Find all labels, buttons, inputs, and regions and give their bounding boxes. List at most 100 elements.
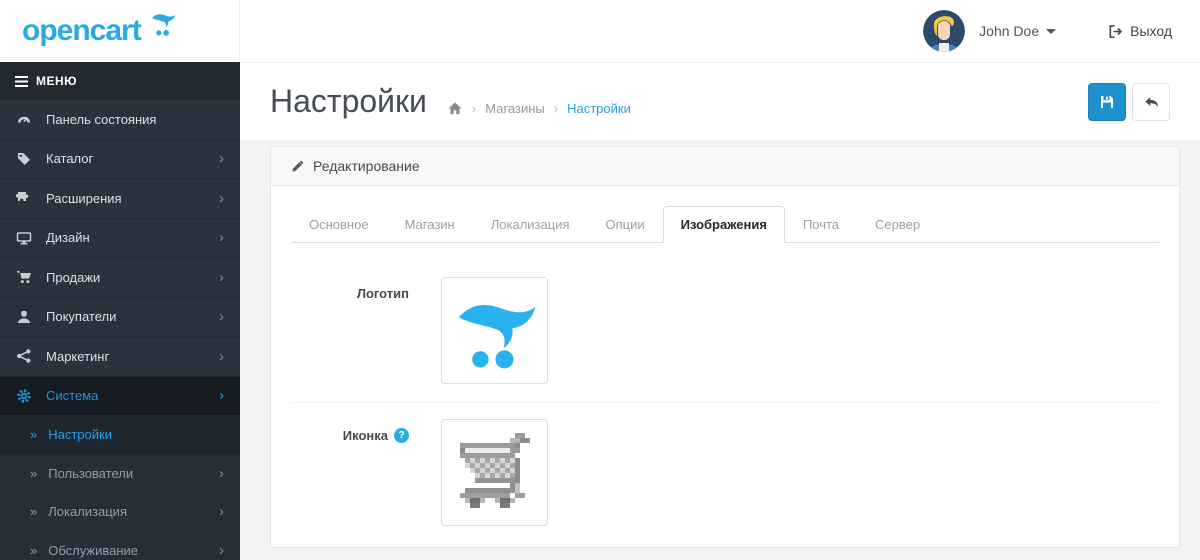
double-angle-icon: »	[30, 504, 38, 520]
save-icon	[1101, 95, 1113, 108]
panel-body: Основное Магазин Локализация Опции Изобр…	[271, 186, 1179, 547]
user-name-label: John Doe	[979, 23, 1040, 39]
top-header: opencart John Doe Выход	[0, 0, 1200, 62]
user-menu[interactable]: John Doe	[979, 23, 1057, 39]
logo-form-row: Логотип	[291, 261, 1159, 402]
opencart-logo-image	[458, 304, 535, 368]
breadcrumb-stores[interactable]: Магазины	[485, 101, 545, 116]
sidebar-subitem-users[interactable]: » Пользователи ›	[0, 454, 240, 493]
sidebar-item-label: Расширения	[46, 190, 122, 206]
tab-mail[interactable]: Почта	[785, 206, 857, 243]
user-icon	[16, 309, 33, 325]
settings-tabs: Основное Магазин Локализация Опции Изобр…	[291, 206, 1159, 243]
sidebar-subitem-label: Обслуживание	[48, 542, 138, 558]
images-form: Логотип Иконка ?	[291, 243, 1159, 544]
home-icon[interactable]	[447, 101, 463, 116]
chevron-right-icon: ›	[219, 347, 224, 365]
gear-icon	[16, 388, 33, 404]
breadcrumb: › Магазины › Настройки	[447, 101, 631, 116]
pencil-icon	[292, 160, 304, 172]
tab-general[interactable]: Основное	[291, 206, 387, 243]
chevron-right-icon: ›	[219, 387, 224, 405]
sidebar-item-system[interactable]: Система ›	[0, 376, 240, 416]
icon-label: Иконка ?	[291, 419, 409, 526]
back-button[interactable]	[1132, 82, 1170, 121]
breadcrumb-separator: ›	[553, 101, 559, 116]
tab-images[interactable]: Изображения	[662, 206, 785, 243]
sidebar-item-catalog[interactable]: Каталог ›	[0, 140, 240, 179]
menu-label: МЕНЮ	[36, 74, 78, 88]
breadcrumb-settings[interactable]: Настройки	[567, 101, 631, 116]
chevron-right-icon: ›	[219, 308, 224, 326]
logout-label: Выход	[1130, 23, 1172, 39]
chevron-right-icon: ›	[219, 464, 224, 482]
sidebar-item-label: Покупатели	[46, 309, 117, 325]
opencart-swoosh-icon	[151, 14, 175, 36]
sidebar-item-label: Система	[46, 388, 99, 404]
sidebar-item-label: Маркетинг	[46, 348, 110, 364]
icon-label-text: Иконка	[342, 428, 388, 443]
panel-heading-label: Редактирование	[313, 158, 420, 174]
double-angle-icon: »	[30, 427, 38, 443]
user-avatar[interactable]	[923, 10, 966, 52]
logo-label: Логотип	[291, 277, 409, 384]
chevron-right-icon: ›	[219, 229, 224, 247]
header-buttons	[1088, 82, 1170, 121]
sidebar-subitem-label: Настройки	[48, 427, 112, 443]
back-arrow-icon	[1144, 96, 1158, 107]
dashboard-icon	[16, 111, 33, 127]
sidebar-item-label: Панель состояния	[46, 111, 157, 127]
tab-store[interactable]: Магазин	[387, 206, 473, 243]
save-button[interactable]	[1088, 82, 1126, 121]
page-header: Настройки › Магазины › Настройки	[240, 62, 1200, 140]
share-icon	[16, 348, 33, 364]
opencart-wordmark: opencart	[22, 14, 142, 47]
sidebar-subitem-localisation[interactable]: » Локализация ›	[0, 493, 240, 532]
double-angle-icon: »	[30, 542, 38, 558]
icon-form-row: Иконка ?	[291, 402, 1159, 544]
monitor-icon	[16, 230, 33, 246]
sidebar-item-extensions[interactable]: Расширения ›	[0, 179, 240, 219]
sidebar-subitem-settings[interactable]: » Настройки	[0, 416, 240, 455]
help-icon[interactable]: ?	[394, 428, 409, 443]
puzzle-icon	[16, 190, 33, 206]
sidebar-item-sales[interactable]: Продажи ›	[0, 258, 240, 298]
sidebar-item-label: Продажи	[46, 269, 101, 285]
cart-icon	[16, 269, 33, 285]
breadcrumb-separator: ›	[471, 101, 477, 116]
tag-icon	[16, 151, 33, 167]
tab-server[interactable]: Сервер	[857, 206, 938, 243]
sidebar: МЕНЮ Панель состояния Каталог › Расширен…	[0, 62, 240, 560]
tab-localisation[interactable]: Локализация	[473, 206, 588, 243]
double-angle-icon: »	[30, 465, 38, 481]
header-user-area: John Doe Выход	[923, 10, 1200, 52]
panel-heading: Редактирование	[271, 147, 1179, 186]
content-area: Редактирование Основное Магазин Локализа…	[240, 140, 1200, 548]
logo-image-thumbnail[interactable]	[441, 277, 548, 384]
sidebar-item-label: Каталог	[46, 151, 94, 167]
sidebar-subitem-label: Пользователи	[48, 465, 134, 481]
sidebar-item-label: Дизайн	[46, 230, 90, 246]
edit-panel: Редактирование Основное Магазин Локализа…	[270, 146, 1180, 548]
sidebar-subitem-maintenance[interactable]: » Обслуживание ›	[0, 531, 240, 560]
logout-icon	[1109, 24, 1123, 38]
sidebar-menu-header[interactable]: МЕНЮ	[0, 62, 240, 100]
sidebar-item-marketing[interactable]: Маркетинг ›	[0, 337, 240, 377]
sidebar-item-dashboard[interactable]: Панель состояния	[0, 100, 240, 140]
main-content: Настройки › Магазины › Настройки Редакти…	[240, 62, 1200, 560]
tab-options[interactable]: Опции	[587, 206, 662, 243]
logo-label-text: Логотип	[356, 286, 409, 301]
favicon-image-thumbnail[interactable]	[441, 419, 548, 526]
sidebar-item-design[interactable]: Дизайн ›	[0, 219, 240, 258]
sidebar-subitem-label: Локализация	[48, 504, 127, 520]
chevron-right-icon: ›	[219, 503, 224, 521]
chevron-right-icon: ›	[219, 150, 224, 168]
logout-button[interactable]: Выход	[1108, 23, 1172, 39]
sidebar-item-customers[interactable]: Покупатели ›	[0, 298, 240, 337]
caret-down-icon	[1046, 28, 1057, 34]
hamburger-icon	[15, 75, 28, 87]
chevron-right-icon: ›	[219, 268, 224, 286]
page-title: Настройки	[270, 83, 427, 119]
chevron-right-icon: ›	[219, 189, 224, 207]
opencart-logo[interactable]: opencart	[0, 0, 240, 62]
